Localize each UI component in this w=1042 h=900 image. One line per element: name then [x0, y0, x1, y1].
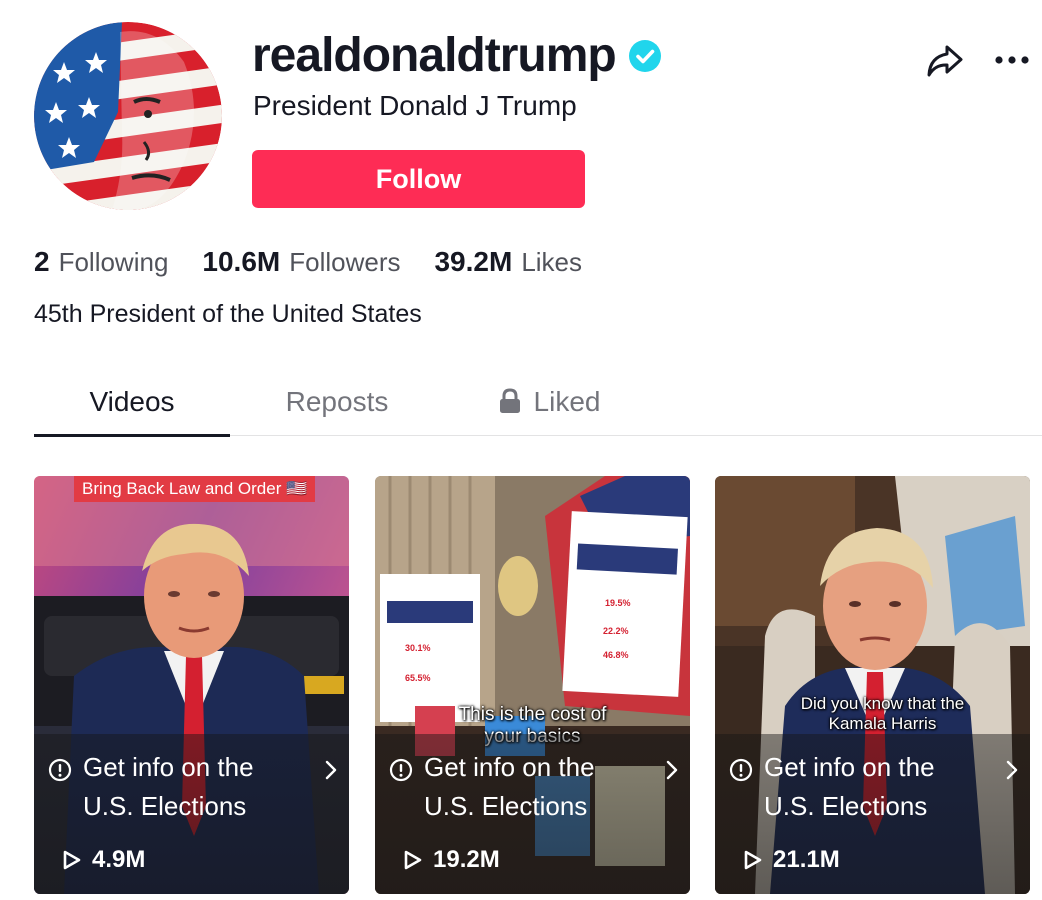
- stat-likes: 39.2M Likes: [434, 244, 582, 280]
- tab-label: Videos: [89, 386, 175, 417]
- stat-value: 2: [34, 246, 50, 277]
- video-grid: Bring Back Law and Order 🇺🇸 Get info on …: [34, 476, 1030, 894]
- more-icon[interactable]: [994, 52, 1030, 68]
- profile-stats: 2 Following 10.6M Followers 39.2M Likes: [34, 244, 616, 280]
- play-icon: [404, 850, 422, 870]
- svg-text:22.2%: 22.2%: [603, 626, 629, 636]
- video-card[interactable]: Did you know that the Kamala Harris Get …: [715, 476, 1030, 894]
- active-tab-indicator: [34, 434, 230, 437]
- chevron-right-icon: [666, 760, 678, 780]
- svg-text:30.1%: 30.1%: [405, 643, 431, 653]
- profile-tabs: Videos Reposts Liked: [34, 380, 1042, 437]
- video-caption: Did you know that the Kamala Harris: [775, 694, 990, 734]
- svg-text:46.8%: 46.8%: [603, 650, 629, 660]
- info-line-2: U.S. Elections: [764, 791, 928, 821]
- info-line-2: U.S. Elections: [83, 791, 247, 821]
- lock-icon: [499, 388, 520, 413]
- info-icon: [389, 758, 413, 782]
- info-icon: [48, 758, 72, 782]
- election-info-text: Get info on the U.S. Elections: [764, 748, 984, 826]
- username-row: realdonaldtrump: [252, 28, 662, 84]
- stat-label: Likes: [521, 247, 583, 277]
- stat-value: 10.6M: [202, 246, 281, 277]
- share-icon[interactable]: [926, 44, 964, 78]
- play-icon: [744, 850, 762, 870]
- svg-text:65.5%: 65.5%: [405, 673, 431, 683]
- chevron-right-icon: [1006, 760, 1018, 780]
- video-card[interactable]: Bring Back Law and Order 🇺🇸 Get info on …: [34, 476, 349, 894]
- play-icon: [63, 850, 81, 870]
- svg-text:19.5%: 19.5%: [605, 598, 631, 608]
- caption-line-1: Did you know that the: [800, 694, 965, 713]
- stat-label: Following: [58, 247, 169, 277]
- tab-videos[interactable]: Videos: [34, 380, 230, 436]
- view-count: 19.2M: [403, 846, 500, 874]
- stat-followers[interactable]: 10.6M Followers: [202, 244, 400, 280]
- view-count-value: 19.2M: [433, 846, 500, 873]
- info-icon: [729, 758, 753, 782]
- caption-line-2: Kamala Harris: [828, 714, 937, 733]
- stat-following[interactable]: 2 Following: [34, 244, 168, 280]
- info-line-1: Get info on the: [764, 752, 935, 782]
- info-line-2: U.S. Elections: [424, 791, 588, 821]
- tab-label: Reposts: [285, 386, 389, 417]
- election-info-text: Get info on the U.S. Elections: [424, 748, 644, 826]
- follow-button[interactable]: Follow: [252, 150, 585, 208]
- view-count-value: 4.9M: [92, 846, 146, 873]
- profile-avatar[interactable]: [34, 22, 222, 210]
- view-count: 4.9M: [62, 846, 145, 874]
- election-info-text: Get info on the U.S. Elections: [83, 748, 303, 826]
- chevron-right-icon: [325, 760, 337, 780]
- video-card[interactable]: 30.1% 65.5% 19.5% 22.2% 46.8% This is th…: [375, 476, 690, 894]
- caption-line-1: This is the cost of: [458, 704, 607, 725]
- info-line-1: Get info on the: [424, 752, 595, 782]
- election-info-row[interactable]: Get info on the U.S. Elections: [389, 748, 679, 828]
- info-line-1: Get info on the: [83, 752, 254, 782]
- profile-username: realdonaldtrump: [252, 29, 617, 82]
- video-banner: Bring Back Law and Order 🇺🇸: [74, 476, 316, 502]
- view-count: 21.1M: [743, 846, 840, 874]
- profile-bio: 45th President of the United States: [34, 300, 422, 328]
- tab-label: Liked: [533, 386, 601, 417]
- stat-value: 39.2M: [434, 246, 513, 277]
- verified-badge-icon: [628, 40, 661, 72]
- view-count-value: 21.1M: [773, 846, 840, 873]
- election-info-row[interactable]: Get info on the U.S. Elections: [48, 748, 338, 828]
- stat-label: Followers: [289, 247, 401, 277]
- tab-reposts[interactable]: Reposts: [244, 380, 430, 436]
- tab-liked[interactable]: Liked: [484, 380, 614, 436]
- election-info-row[interactable]: Get info on the U.S. Elections: [729, 748, 1019, 828]
- profile-nickname: President Donald J Trump: [253, 90, 577, 121]
